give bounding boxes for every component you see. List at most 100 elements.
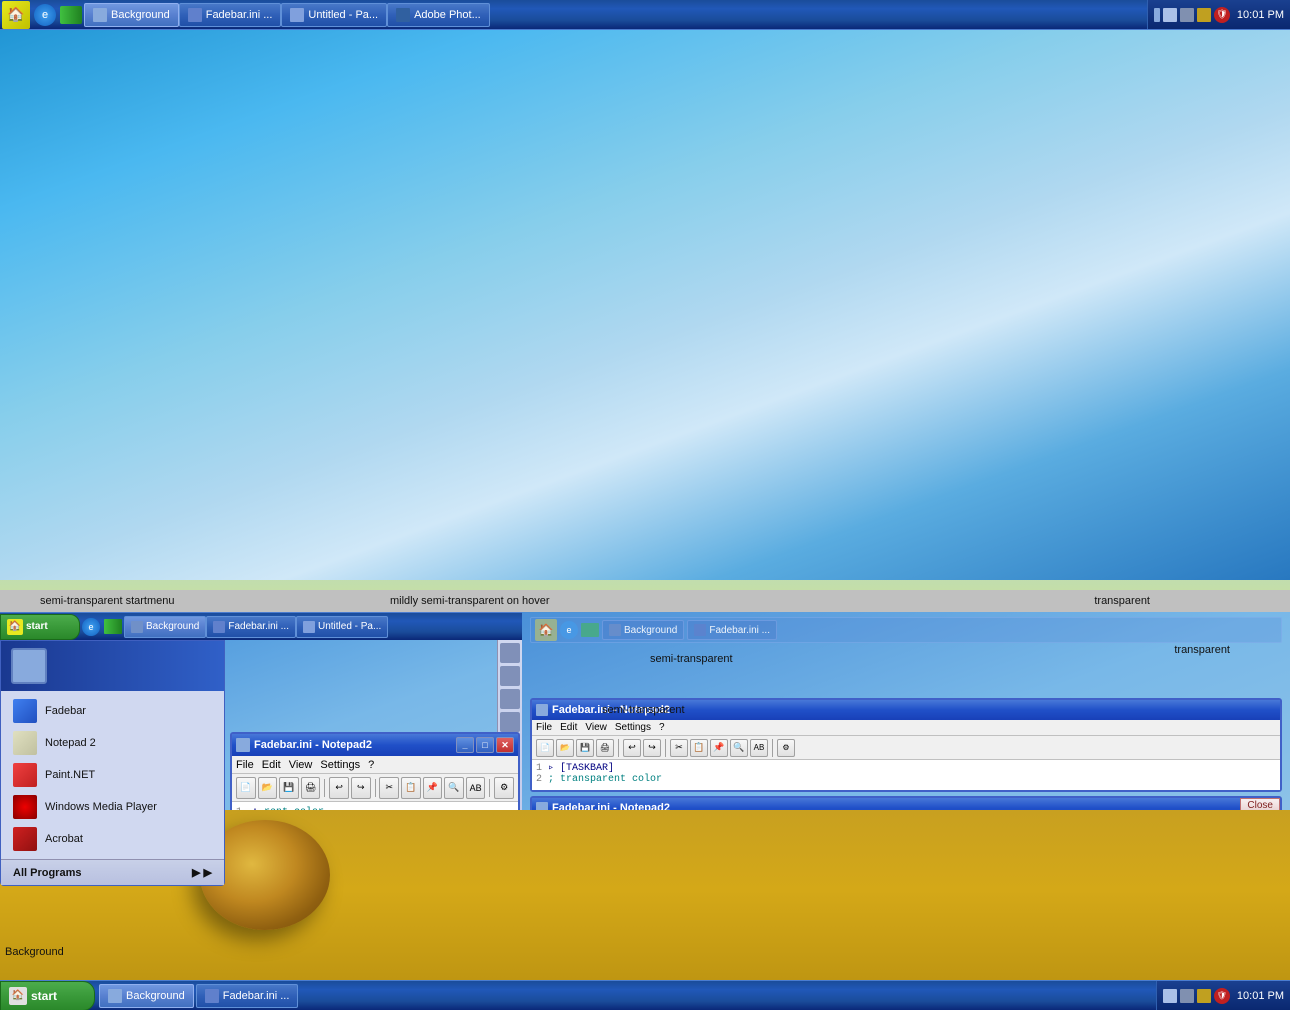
system-tray-strip: 🛡 10:01 PM: [1156, 981, 1290, 1010]
np2-menu-settings[interactable]: Settings: [615, 722, 651, 733]
mini-start-button[interactable]: 🏠 start: [0, 614, 80, 640]
tab-icon-adobe: [396, 8, 410, 22]
start-menu-item-paintnet[interactable]: Paint.NET: [1, 759, 224, 791]
mini-tab-fadebar-icon: [213, 621, 225, 633]
np2-menu-help[interactable]: ?: [659, 722, 665, 733]
transparent-taskbar: 🏠 e Background Fadebar.ini ...: [530, 617, 1282, 643]
strip-tray-vol: [1197, 989, 1211, 1003]
right-menu-icon-3: [500, 689, 520, 709]
tab-icon-fadebar: [188, 8, 202, 22]
np2-tb-replace[interactable]: AB: [750, 739, 768, 757]
toolbar-sep-3: [489, 779, 490, 797]
right-menu-icon-4: [500, 712, 520, 732]
notepad-titlebar-left: Fadebar.ini - Notepad2 _ □ ✕: [232, 734, 518, 756]
all-programs[interactable]: All Programs ▶ ▶: [1, 859, 224, 885]
desktop: 🏠 e Background Fadebar.ini ... Untitled …: [0, 0, 1290, 1010]
clock-display: 10:01 PM: [1237, 9, 1284, 21]
menu-view[interactable]: View: [289, 759, 313, 771]
browser-icon[interactable]: e: [34, 4, 56, 26]
trans-home-icon: 🏠: [535, 619, 557, 641]
right-menu-icon-2: [500, 666, 520, 686]
main-taskbar: 🏠 e Background Fadebar.ini ... Untitled …: [0, 0, 1290, 30]
np2-top-menubar: File Edit View Settings ?: [532, 720, 1280, 736]
right-menu-icon-1: [500, 643, 520, 663]
tb-misc[interactable]: ⚙: [494, 777, 514, 799]
np2-content-line-2: 2 ; transparent color: [536, 774, 1276, 785]
sky-background: [0, 0, 1290, 580]
tb-paste[interactable]: 📌: [423, 777, 443, 799]
mini-tab-background[interactable]: Background: [124, 616, 206, 638]
tb-replace[interactable]: AB: [466, 777, 486, 799]
np2-tb-paste[interactable]: 📌: [710, 739, 728, 757]
np2-tb-misc[interactable]: ⚙: [777, 739, 795, 757]
mini-tab-untitled[interactable]: Untitled - Pa...: [296, 616, 388, 638]
tb-copy[interactable]: 📋: [401, 777, 421, 799]
toolbar-sep-1: [324, 779, 325, 797]
np2-top-content[interactable]: 1 ▹ [TASKBAR] 2 ; transparent color: [532, 760, 1280, 790]
start-menu-items: Fadebar Notepad 2 Paint.NET Windows Medi…: [1, 691, 224, 859]
tb-print[interactable]: 🖨: [301, 777, 321, 799]
notepad-title-icon: [236, 738, 250, 752]
trans-tab-background[interactable]: Background: [602, 620, 684, 640]
signal-icon: [1163, 8, 1177, 22]
np2-tb-new[interactable]: 📄: [536, 739, 554, 757]
np2-menu-view[interactable]: View: [585, 722, 607, 733]
ann-bottom-left: Background: [5, 946, 64, 958]
menu-edit[interactable]: Edit: [262, 759, 281, 771]
start-menu-item-acrobat[interactable]: Acrobat: [1, 823, 224, 855]
fadebar-icon: [13, 699, 37, 723]
start-menu-item-fadebar[interactable]: Fadebar: [1, 695, 224, 727]
green-icon[interactable]: [60, 6, 82, 24]
np2-top-title-icon: [536, 704, 548, 716]
menu-settings[interactable]: Settings: [320, 759, 360, 771]
np2-menu-edit[interactable]: Edit: [560, 722, 577, 733]
mini-tab-icon: [131, 621, 143, 633]
np2-sep2: [665, 739, 666, 757]
mini-tab-fadebar[interactable]: Fadebar.ini ...: [206, 616, 296, 638]
home-icon[interactable]: 🏠: [2, 1, 30, 29]
tb-cut[interactable]: ✂: [379, 777, 399, 799]
np2-tb-undo[interactable]: ↩: [623, 739, 641, 757]
np2-tb-copy[interactable]: 📋: [690, 739, 708, 757]
maximize-button[interactable]: □: [476, 737, 494, 753]
np2-tb-find[interactable]: 🔍: [730, 739, 748, 757]
np2-sep3: [772, 739, 773, 757]
ann-semi-transparent-label: semi-transparent: [650, 653, 733, 665]
acrobat-icon: [13, 827, 37, 851]
np2-menu-file[interactable]: File: [536, 722, 552, 733]
trans-browser-icon: e: [560, 621, 578, 639]
tab-icon-untitled: [290, 8, 304, 22]
tb-new[interactable]: 📄: [236, 777, 256, 799]
mini-home-icon: 🏠: [7, 619, 23, 635]
close-button[interactable]: ✕: [496, 737, 514, 753]
tb-redo[interactable]: ↪: [351, 777, 371, 799]
np2-tb-save[interactable]: 💾: [576, 739, 594, 757]
start-menu-item-notepad[interactable]: Notepad 2: [1, 727, 224, 759]
np2-tb-print[interactable]: 🖨: [596, 739, 614, 757]
np2-tb-open[interactable]: 📂: [556, 739, 574, 757]
np2-tb-cut[interactable]: ✂: [670, 739, 688, 757]
tab-icon-background: [93, 8, 107, 22]
tb-find[interactable]: 🔍: [444, 777, 464, 799]
tray-arrow[interactable]: [1154, 8, 1160, 22]
trans-tab-fadebar[interactable]: Fadebar.ini ...: [687, 620, 777, 640]
np2-tb-redo[interactable]: ↪: [643, 739, 661, 757]
menu-help[interactable]: ?: [368, 759, 374, 771]
strip-tray-av: 🛡: [1214, 988, 1230, 1004]
minimize-button[interactable]: _: [456, 737, 474, 753]
taskbar-tab-untitled[interactable]: Untitled - Pa...: [281, 3, 387, 27]
start-menu-item-wmp[interactable]: Windows Media Player: [1, 791, 224, 823]
tb-open[interactable]: 📂: [258, 777, 278, 799]
taskbar-tab-background[interactable]: Background: [84, 3, 179, 27]
tb-save[interactable]: 💾: [279, 777, 299, 799]
notepad-menubar: File Edit View Settings ?: [232, 756, 518, 774]
start-button-main[interactable]: 🏠 start: [0, 981, 95, 1010]
strip-tab-bg[interactable]: Background: [99, 984, 194, 1008]
taskbar-tab-fadebar[interactable]: Fadebar.ini ...: [179, 3, 282, 27]
tb-undo[interactable]: ↩: [329, 777, 349, 799]
bottom-taskbar-strip: 🏠 start Background Fadebar.ini ... 🛡 10:…: [0, 980, 1290, 1010]
menu-file[interactable]: File: [236, 759, 254, 771]
strip-tab-fadebar[interactable]: Fadebar.ini ...: [196, 984, 299, 1008]
taskbar-tab-adobe[interactable]: Adobe Phot...: [387, 3, 490, 27]
ann-transparent-right: transparent: [1174, 644, 1230, 656]
